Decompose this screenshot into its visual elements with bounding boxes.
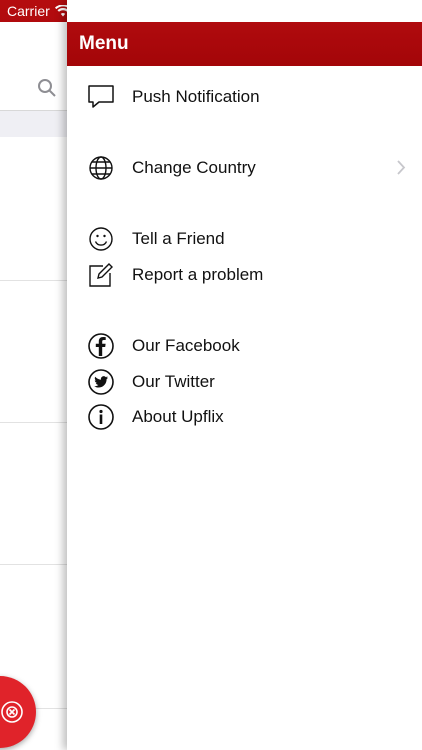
settings-button[interactable] (23, 31, 47, 55)
menu-item-report-a-problem[interactable]: Report a problem (67, 256, 422, 292)
facebook-icon (88, 333, 114, 359)
row-divider (0, 422, 67, 423)
row-divider (0, 280, 67, 281)
speech-bubble-icon (88, 85, 114, 108)
chevron-right-icon (397, 160, 406, 175)
menu-item-label: About Upflix (132, 407, 224, 426)
smiley-icon (89, 227, 113, 251)
menu-item-label: Tell a Friend (132, 229, 225, 248)
menu-item-push-notification[interactable]: Push Notification (67, 78, 422, 114)
main-panel (0, 22, 67, 750)
menu-item-tell-a-friend[interactable]: Tell a Friend (67, 220, 422, 256)
fab-filter-icon (1, 701, 23, 723)
app-screen: Carrier 6:45 PM Menu Push Notification (0, 0, 422, 750)
menu-item-label: Report a problem (132, 265, 264, 284)
info-icon (88, 404, 114, 430)
drawer-title: Menu (79, 33, 129, 54)
menu-item-label: Push Notification (132, 87, 260, 106)
menu-item-our-facebook[interactable]: Our Facebook (67, 327, 422, 363)
filter-fab-button[interactable] (0, 676, 36, 748)
edit-icon (89, 263, 113, 287)
globe-icon (89, 156, 113, 180)
search-icon[interactable] (37, 78, 57, 98)
row-divider (0, 564, 67, 565)
menu-item-label: Change Country (132, 158, 256, 177)
search-bar[interactable] (0, 66, 67, 110)
section-header (0, 110, 67, 137)
menu-item-label: Our Twitter (132, 372, 215, 391)
twitter-icon (88, 369, 114, 395)
menu-item-about-upflix[interactable]: About Upflix (67, 398, 422, 434)
menu-item-our-twitter[interactable]: Our Twitter (67, 363, 422, 399)
menu-item-label: Our Facebook (132, 336, 240, 355)
gear-icon (25, 33, 45, 53)
menu-item-change-country[interactable]: Change Country (67, 149, 422, 185)
side-menu-drawer: Menu Push Notification Change Country Te… (67, 0, 422, 750)
drawer-header: Menu (67, 22, 422, 66)
